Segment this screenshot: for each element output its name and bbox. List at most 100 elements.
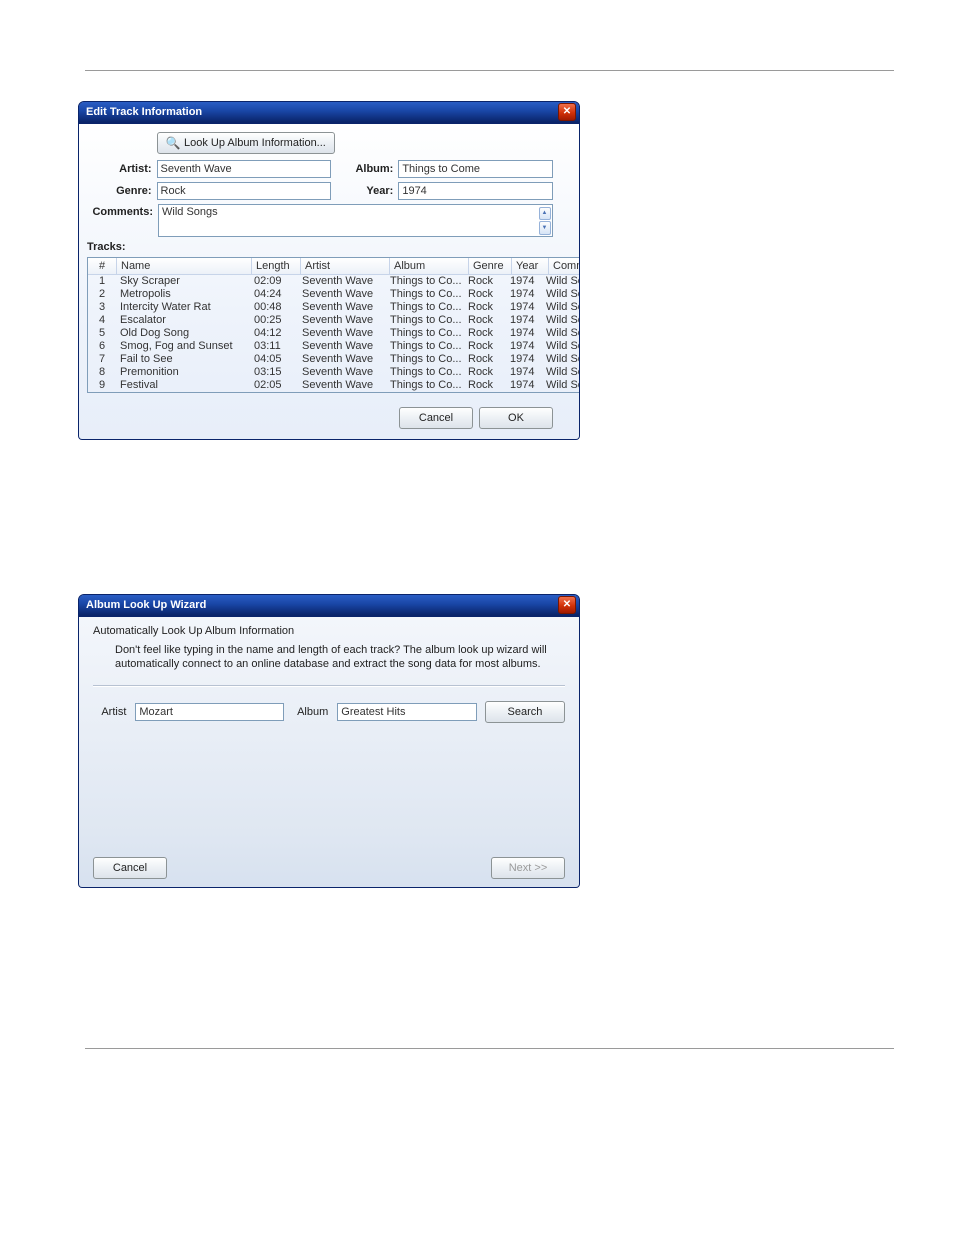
col-comments[interactable]: Comments	[549, 258, 580, 274]
next-button[interactable]: Next >>	[491, 857, 565, 879]
tracks-grid[interactable]: # Name Length Artist Album Genre Year Co…	[87, 257, 580, 393]
scroll-down-icon[interactable]: ▼	[539, 221, 551, 235]
album-input[interactable]: Things to Come	[398, 160, 553, 178]
table-row[interactable]: 3Intercity Water Rat00:48Seventh WaveThi…	[88, 301, 580, 314]
cell-genre: Rock	[464, 353, 506, 366]
table-row[interactable]: 4Escalator00:25Seventh WaveThings to Co.…	[88, 314, 580, 327]
album-value: Things to Come	[402, 163, 480, 175]
table-row[interactable]: 1Sky Scraper02:09Seventh WaveThings to C…	[88, 275, 580, 288]
cell-name: Old Dog Song	[116, 327, 250, 340]
cell-number: 9	[88, 379, 116, 392]
lookup-album-info-button[interactable]: 🔍 Look Up Album Information...	[157, 132, 335, 154]
table-row[interactable]: 6Smog, Fog and Sunset03:11Seventh WaveTh…	[88, 340, 580, 353]
magnifier-icon: 🔍	[166, 136, 180, 150]
tracks-header[interactable]: # Name Length Artist Album Genre Year Co…	[88, 258, 580, 275]
comments-label: Comments:	[87, 204, 158, 218]
cell-length: 04:24	[250, 288, 298, 301]
cell-length: 00:25	[250, 314, 298, 327]
cell-artist: Seventh Wave	[298, 288, 386, 301]
table-row[interactable]: 2Metropolis04:24Seventh WaveThings to Co…	[88, 288, 580, 301]
table-row[interactable]: 7Fail to See04:05Seventh WaveThings to C…	[88, 353, 580, 366]
search-button[interactable]: Search	[485, 701, 565, 723]
cell-length: 02:05	[250, 379, 298, 392]
tracks-table-wrap: # Name Length Artist Album Genre Year Co…	[87, 257, 553, 393]
col-genre[interactable]: Genre	[469, 258, 512, 274]
cell-year: 1974	[506, 379, 542, 392]
cell-length: 02:09	[250, 275, 298, 288]
tracks-body[interactable]: 1Sky Scraper02:09Seventh WaveThings to C…	[88, 275, 580, 392]
cell-name: Escalator	[116, 314, 250, 327]
cell-album: Things to Co...	[386, 366, 464, 379]
col-artist[interactable]: Artist	[301, 258, 390, 274]
cell-year: 1974	[506, 366, 542, 379]
close-button[interactable]: ✕	[558, 103, 576, 121]
titlebar[interactable]: Edit Track Information ✕	[79, 102, 579, 122]
wizard-text: Don't feel like typing in the name and l…	[115, 643, 555, 671]
cell-length: 03:15	[250, 366, 298, 379]
cell-year: 1974	[506, 288, 542, 301]
cell-number: 8	[88, 366, 116, 379]
col-year[interactable]: Year	[512, 258, 549, 274]
wizard-footer: Cancel Next >>	[93, 857, 565, 879]
wizard-divider	[93, 685, 565, 687]
cell-comments: Wild Songs	[542, 366, 580, 379]
col-name[interactable]: Name	[117, 258, 252, 274]
cell-album: Things to Co...	[386, 314, 464, 327]
artist-input[interactable]: Seventh Wave	[157, 160, 331, 178]
artist-label: Artist:	[87, 163, 157, 175]
ok-button[interactable]: OK	[479, 407, 553, 429]
cell-name: Fail to See	[116, 353, 250, 366]
cell-year: 1974	[506, 327, 542, 340]
year-input[interactable]: 1974	[398, 182, 553, 200]
table-row[interactable]: 8Premonition03:15Seventh WaveThings to C…	[88, 366, 580, 379]
cell-genre: Rock	[464, 340, 506, 353]
dialog-title: Edit Track Information	[86, 106, 202, 118]
comments-value: Wild Songs	[162, 206, 218, 218]
cell-number: 4	[88, 314, 116, 327]
table-row[interactable]: 9Festival02:05Seventh WaveThings to Co..…	[88, 379, 580, 392]
cell-comments: Wild Songs	[542, 340, 580, 353]
titlebar[interactable]: Album Look Up Wizard ✕	[79, 595, 579, 615]
cell-number: 6	[88, 340, 116, 353]
cell-length: 00:48	[250, 301, 298, 314]
page-divider-bottom	[85, 1048, 894, 1049]
col-album[interactable]: Album	[390, 258, 469, 274]
cell-album: Things to Co...	[386, 275, 464, 288]
dialog-body: 🔍 Look Up Album Information... Artist: S…	[79, 122, 579, 439]
cell-year: 1974	[506, 353, 542, 366]
cell-name: Metropolis	[116, 288, 250, 301]
album-input[interactable]: Greatest Hits	[337, 703, 477, 721]
table-row[interactable]: 5Old Dog Song04:12Seventh WaveThings to …	[88, 327, 580, 340]
cell-artist: Seventh Wave	[298, 301, 386, 314]
col-number[interactable]: #	[88, 258, 117, 274]
cell-genre: Rock	[464, 288, 506, 301]
cancel-button[interactable]: Cancel	[399, 407, 473, 429]
cancel-button[interactable]: Cancel	[93, 857, 167, 879]
cell-number: 3	[88, 301, 116, 314]
genre-input[interactable]: Rock	[157, 182, 331, 200]
cell-genre: Rock	[464, 327, 506, 340]
album-value: Greatest Hits	[341, 706, 405, 718]
cell-artist: Seventh Wave	[298, 366, 386, 379]
cell-year: 1974	[506, 301, 542, 314]
cell-name: Intercity Water Rat	[116, 301, 250, 314]
scroll-up-icon[interactable]: ▲	[539, 207, 551, 221]
album-label: Album	[288, 706, 333, 718]
cell-album: Things to Co...	[386, 353, 464, 366]
cell-comments: Wild Songs	[542, 314, 580, 327]
cell-artist: Seventh Wave	[298, 353, 386, 366]
cell-name: Smog, Fog and Sunset	[116, 340, 250, 353]
cell-album: Things to Co...	[386, 288, 464, 301]
close-button[interactable]: ✕	[558, 596, 576, 614]
wizard-heading: Automatically Look Up Album Information	[93, 625, 565, 637]
artist-input[interactable]: Mozart	[135, 703, 284, 721]
cell-comments: Wild Songs	[542, 327, 580, 340]
cell-name: Sky Scraper	[116, 275, 250, 288]
col-length[interactable]: Length	[252, 258, 301, 274]
comments-input[interactable]: Wild Songs ▲ ▼	[158, 204, 553, 237]
dialog-title: Album Look Up Wizard	[86, 599, 206, 611]
cell-artist: Seventh Wave	[298, 327, 386, 340]
comments-scroll[interactable]: ▲ ▼	[538, 206, 551, 235]
cell-name: Festival	[116, 379, 250, 392]
cell-album: Things to Co...	[386, 340, 464, 353]
